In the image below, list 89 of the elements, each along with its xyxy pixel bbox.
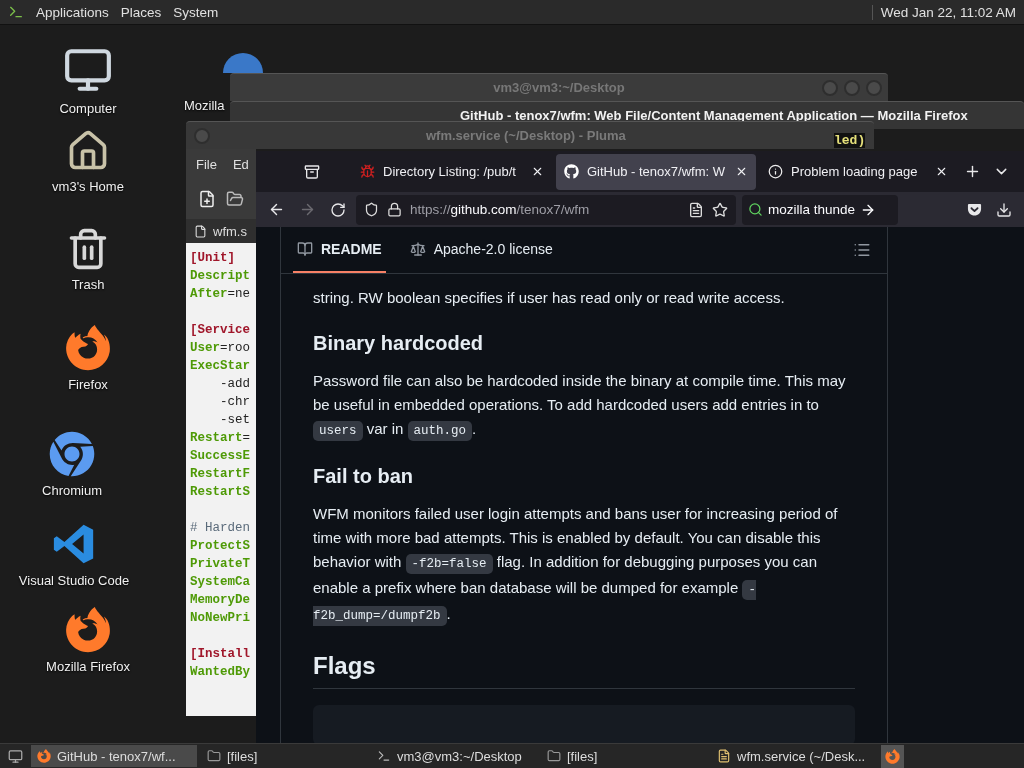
folder-icon — [547, 749, 561, 763]
code-line: WantedBy — [190, 664, 251, 681]
paragraph: Password file can also be hardcoded inside the binary at compile time. This may be useful in embedded operations. To add hardcoded users add entries in to users var in auth.go . — [313, 369, 855, 443]
window-title: wfm.service (~/Desktop) - Pluma — [426, 128, 626, 143]
terminal-text: led) — [834, 133, 866, 148]
desktop-icon-label[interactable]: Computer — [59, 101, 117, 116]
desktop-icon-label[interactable]: Trash — [71, 277, 105, 292]
search-field[interactable]: mozilla thunde — [742, 194, 898, 225]
window-title: GitHub - tenox7/wfm: Web File/Content Management Application — Mozilla Firefox — [460, 108, 968, 123]
taskbar-button[interactable]: [files] — [201, 745, 367, 767]
firefox-icon — [65, 607, 111, 653]
chromium-icon — [49, 431, 95, 477]
taskbar-button[interactable]: wfm.service (~/Desk... — [711, 745, 877, 767]
code-line: ExecStar — [190, 358, 251, 375]
desktop-icon-label[interactable]: Mozilla Firefox — [46, 659, 130, 674]
section-heading: Flags — [313, 652, 855, 689]
code-line: -set — [219, 412, 251, 429]
menu-item[interactable]: Ed — [232, 156, 249, 172]
folder-icon — [207, 749, 221, 763]
menu-item[interactable]: File — [196, 156, 217, 172]
info-icon — [768, 164, 783, 180]
code-line: Restart= — [190, 430, 252, 447]
taskbar-button[interactable]: vm3@vm3:~/Desktop — [371, 745, 537, 767]
code-line: [Install — [190, 646, 251, 663]
code-line: -chr — [219, 394, 251, 411]
bug-icon — [360, 164, 375, 180]
section-heading: Binary hardcoded — [313, 332, 485, 355]
browser-tab[interactable]: Directory Listing: /pub/t — [352, 153, 552, 190]
new-document-icon[interactable] — [198, 189, 216, 209]
readme-tab[interactable]: README — [293, 227, 386, 273]
monitor-icon — [8, 748, 23, 764]
desktop-icon-label[interactable]: Firefox — [68, 377, 108, 392]
terminal-icon — [377, 749, 391, 763]
code-editor[interactable]: [Unit] Descript After=ne [Service User=roo ExecStar -add -chr -set Restart= SuccessE RestartF RestartS # Harden ProtectS PrivateT SystemCa MemoryDe NoNewPri [Install WantedBy — [186, 243, 256, 716]
archive-icon — [304, 163, 320, 180]
desktop-icon-label[interactable]: Chromium — [42, 483, 102, 498]
taskbar-button[interactable]: [files] — [541, 745, 707, 767]
document-tab[interactable]: wfm.s — [186, 219, 256, 243]
code-line: MemoryDe — [190, 592, 251, 609]
code-line: User=roo — [190, 340, 252, 357]
desktop-icon-label[interactable]: Visual Studio Code — [18, 573, 130, 588]
github-icon — [564, 164, 579, 180]
firefox-icon — [65, 325, 111, 371]
code-line: SuccessE — [190, 448, 251, 465]
code-line: SystemCa — [190, 574, 251, 591]
url-field[interactable]: https://github.com/tenox7/wfm — [356, 194, 736, 225]
code-line: -add — [219, 376, 251, 393]
panel-menu[interactable]: Applications — [36, 4, 109, 20]
desktop-icon-label[interactable]: vm3's Home — [52, 179, 124, 194]
window-title: vm3@vm3:~/Desktop — [493, 80, 625, 95]
book-icon — [297, 241, 313, 257]
firefox-icon — [37, 749, 51, 763]
paragraph: string. RW boolean specifies if user has read only or read write access. — [313, 288, 786, 308]
terminal-icon[interactable] — [8, 4, 24, 20]
code-line: RestartF — [190, 466, 251, 483]
code-line: [Service — [190, 322, 251, 339]
reader-view-icon[interactable] — [688, 201, 704, 218]
shield-icon — [364, 202, 379, 218]
folder-icon[interactable] — [226, 189, 244, 209]
readme-tab[interactable]: Apache-2.0 license — [405, 227, 557, 273]
reload-icon — [330, 201, 346, 218]
panel-menu[interactable]: Places — [120, 4, 162, 20]
lock-icon — [387, 202, 402, 218]
scale-icon — [409, 241, 426, 257]
document-icon — [194, 224, 207, 238]
section-heading: Fail to ban — [313, 465, 414, 488]
paragraph: WFM monitors failed user login attempts and bans user for increasing period of time with more bad attempts. This is enabled by default. You can disable this behavior with -f2b=false flag. In addition for debugging purposes you can enable a prefix where ban database will be dumped for example -f2b_dump=/dumpf2b . — [313, 502, 855, 628]
pocket-icon — [967, 202, 982, 218]
code-line: # Harden — [190, 520, 251, 537]
code-line: ProtectS — [190, 538, 251, 555]
download-icon — [996, 201, 1012, 218]
search-icon — [748, 202, 763, 218]
clock: Wed Jan 22, 11:02 AM — [871, 4, 1016, 20]
desktop-icon-label[interactable]: Mozilla — [184, 98, 225, 113]
star-icon[interactable] — [712, 201, 728, 218]
workspace-button[interactable] — [881, 744, 904, 768]
code-line: Descript — [190, 268, 251, 285]
code-line: [Unit] — [190, 250, 236, 267]
code-line: After=ne — [190, 286, 252, 303]
browser-tab[interactable]: Problem loading page — [760, 153, 956, 190]
text-editor-icon — [717, 749, 731, 763]
panel-menu[interactable]: System — [173, 4, 219, 20]
firefox-icon — [885, 748, 900, 764]
list-icon — [853, 241, 871, 259]
browser-tab[interactable]: GitHub - tenox7/wfm: W — [556, 153, 756, 190]
code-line: NoNewPri — [190, 610, 251, 627]
taskbar-button[interactable]: GitHub - tenox7/wf... — [31, 745, 197, 767]
code-line: RestartS — [190, 484, 251, 501]
code-line: PrivateT — [190, 556, 251, 573]
